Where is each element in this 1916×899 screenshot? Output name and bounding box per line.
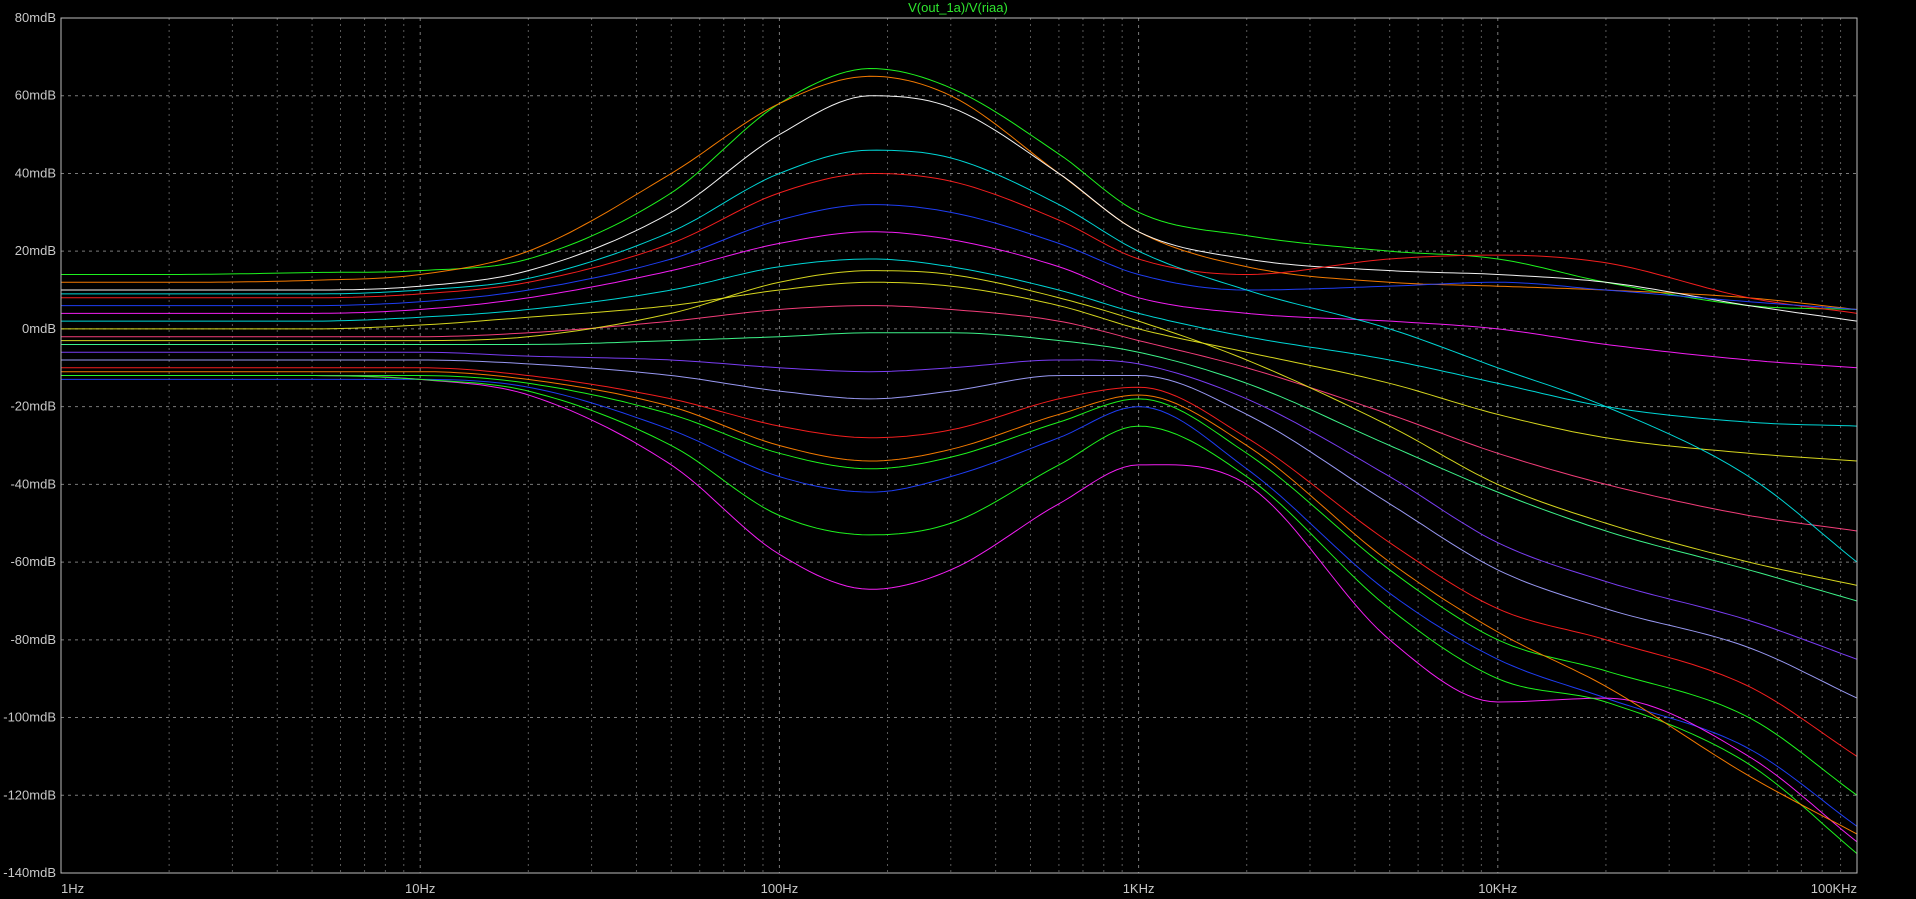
- x-tick-label: 10KHz: [1478, 881, 1517, 896]
- y-tick-label: 0mdB: [22, 321, 56, 336]
- plot-title: V(out_1a)/V(riaa): [908, 0, 1008, 15]
- y-tick-label: -20mdB: [10, 399, 56, 414]
- trace-line: [61, 359, 1858, 699]
- x-tick-label: 100KHz: [1811, 881, 1857, 896]
- trace-line: [61, 332, 1858, 602]
- trace-line: [61, 67, 1858, 310]
- trace-line: [61, 149, 1858, 563]
- trace-line: [61, 173, 1858, 314]
- trace-line: [61, 231, 1858, 369]
- trace-line: [61, 351, 1858, 660]
- x-tick-label: 10Hz: [405, 881, 435, 896]
- plot-grid: [60, 17, 1858, 874]
- trace-line: [61, 305, 1858, 532]
- x-tick-label: 1KHz: [1123, 881, 1155, 896]
- y-axis-labels: 80mdB 60mdB 40mdB 20mdB 0mdB -20mdB -40mdB -60m…: [3, 10, 56, 880]
- trace-line: [61, 258, 1858, 427]
- x-tick-label: 1Hz: [61, 881, 84, 896]
- y-tick-label: 40mdB: [15, 165, 56, 180]
- trace-line: [61, 375, 1858, 843]
- trace-line: [61, 75, 1858, 310]
- y-tick-label: 80mdB: [15, 10, 56, 25]
- x-tick-label: 100Hz: [761, 881, 799, 896]
- y-tick-label: -40mdB: [10, 476, 56, 491]
- y-tick-label: 20mdB: [15, 243, 56, 258]
- y-tick-label: -140mdB: [3, 865, 56, 880]
- y-tick-label: -60mdB: [10, 554, 56, 569]
- y-tick-label: -120mdB: [3, 787, 56, 802]
- y-tick-label: 60mdB: [15, 88, 56, 103]
- y-tick-label: -80mdB: [10, 632, 56, 647]
- x-axis-labels: 1Hz 10Hz 100Hz 1KHz 10KHz 100KHz: [61, 881, 1857, 896]
- plot-traces: [61, 67, 1858, 854]
- plot-frame: [60, 17, 1858, 874]
- trace-line: [61, 375, 1858, 796]
- bode-plot: V(out_1a)/V(riaa) 80mdB 60mdB 40mdB 20mdB 0m…: [3, 0, 1858, 896]
- y-tick-label: -100mdB: [3, 710, 56, 725]
